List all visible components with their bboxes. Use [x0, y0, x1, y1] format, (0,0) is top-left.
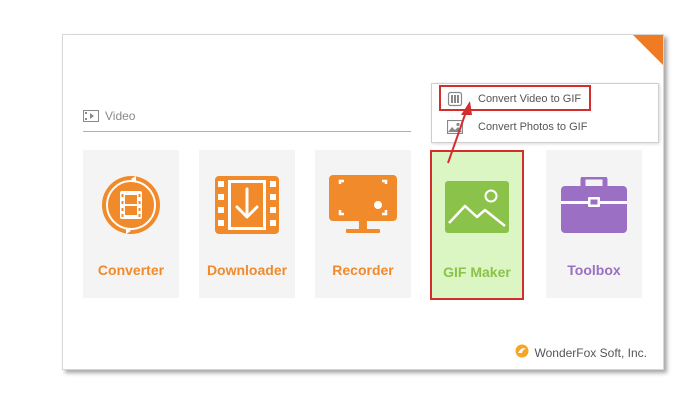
gif-maker-tile[interactable]: GIF Maker [430, 150, 524, 300]
downloader-label: Downloader [206, 262, 288, 278]
downloader-film-icon [215, 175, 279, 239]
section-divider [83, 131, 411, 132]
menu-item-label: Convert Video to GIF [478, 93, 582, 105]
wonderfox-logo-icon [515, 344, 529, 361]
toolbox-icon [561, 174, 627, 238]
recorder-tile[interactable]: Recorder [315, 150, 411, 298]
menu-item-label: Convert Photos to GIF [478, 121, 588, 133]
gif-maker-dropdown-menu: Convert Video to GIF Convert Photos to G… [431, 83, 659, 143]
section-title: Video [105, 109, 136, 123]
gif-image-icon [445, 180, 509, 238]
film-strip-icon [83, 110, 99, 122]
app-window: Video Converter Downloader Recorder GIF … [62, 34, 664, 370]
gif-maker-label: GIF Maker [443, 264, 511, 280]
toolbox-label: Toolbox [567, 262, 621, 278]
converter-film-icon [100, 174, 162, 241]
downloader-tile[interactable]: Downloader [199, 150, 295, 298]
converter-tile[interactable]: Converter [83, 150, 179, 298]
recorder-label: Recorder [332, 262, 394, 278]
toolbox-tile[interactable]: Toolbox [546, 150, 642, 298]
corner-flag-icon [633, 35, 663, 65]
menu-item-convert-video-to-gif[interactable]: Convert Video to GIF [432, 85, 658, 113]
video-icon [446, 91, 464, 107]
footer: WonderFox Soft, Inc. [515, 344, 648, 361]
menu-item-convert-photos-to-gif[interactable]: Convert Photos to GIF [432, 113, 658, 141]
section-header: Video [83, 109, 135, 123]
converter-label: Converter [97, 262, 165, 278]
photo-icon [446, 119, 464, 135]
footer-brand: WonderFox Soft, Inc. [534, 345, 648, 360]
recorder-monitor-icon [328, 174, 398, 241]
